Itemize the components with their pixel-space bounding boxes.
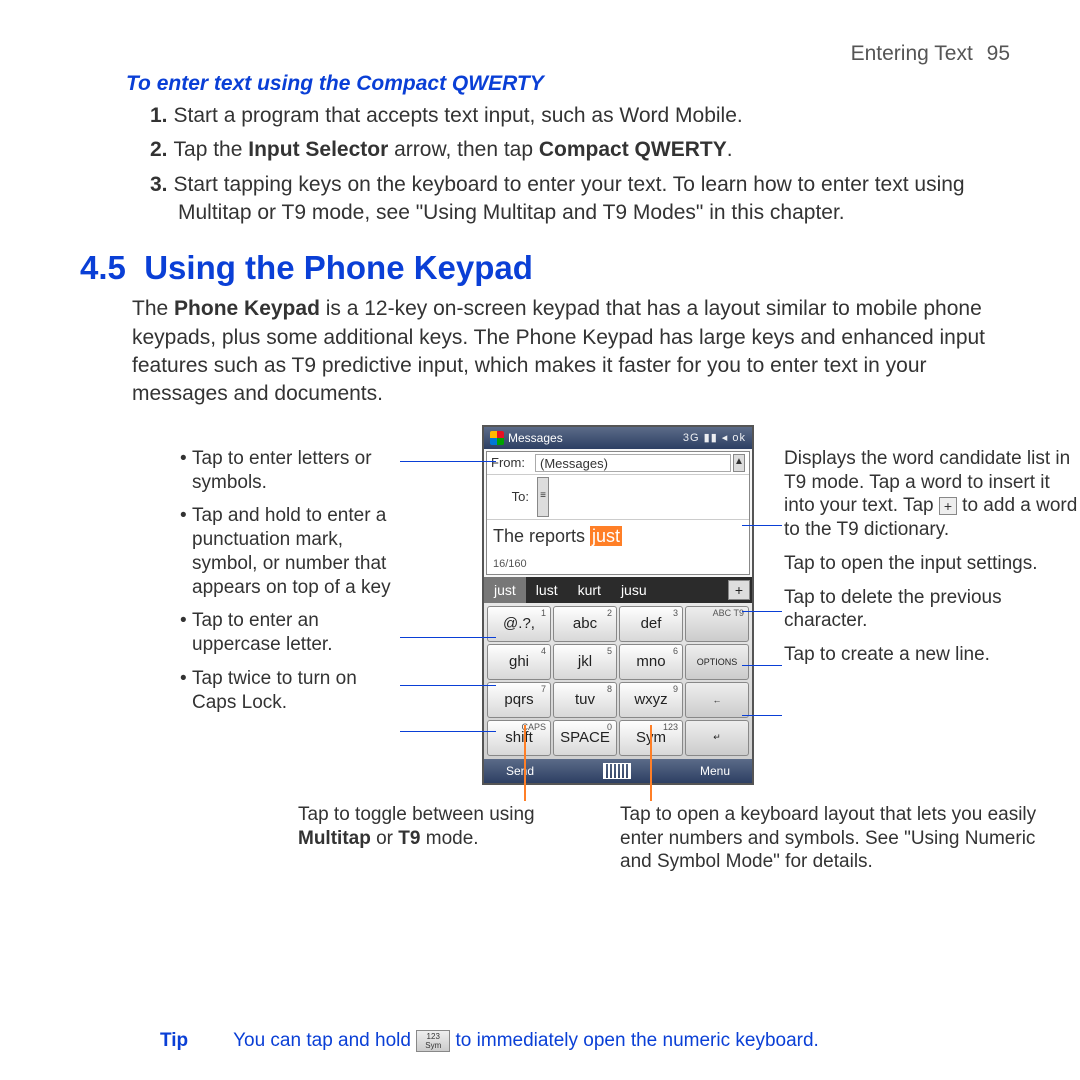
- key-def[interactable]: 3def: [619, 606, 683, 642]
- candidate-2[interactable]: kurt: [568, 577, 611, 603]
- note-newline: Tap to create a new line.: [784, 643, 1080, 667]
- key-jkl[interactable]: 5jkl: [553, 644, 617, 680]
- sym-key-icon: 123Sym: [416, 1030, 450, 1052]
- char-count: 16/160: [487, 558, 749, 574]
- leader-line: [742, 611, 782, 613]
- key-tuv[interactable]: 8tuv: [553, 682, 617, 718]
- candidate-3[interactable]: jusu: [611, 577, 657, 603]
- note-letters: Tap to enter letters or symbols.: [180, 447, 400, 495]
- leader-line: [742, 525, 782, 527]
- note-settings: Tap to open the input settings.: [784, 552, 1080, 576]
- key-OPTIONS[interactable]: OPTIONS: [685, 644, 749, 680]
- leader-line: [400, 637, 496, 639]
- leader-line: [524, 725, 526, 801]
- key-pqrs[interactable]: 7pqrs: [487, 682, 551, 718]
- note-candidates: Displays the word candidate list in T9 m…: [784, 447, 1080, 542]
- figure-wrap: Tap to enter letters or symbols. Tap and…: [80, 425, 1010, 925]
- step-2: 2.Tap the Input Selector arrow, then tap…: [150, 136, 1010, 164]
- keyboard-selector-icon[interactable]: [603, 763, 631, 779]
- key-shift[interactable]: CAPSshift: [487, 720, 551, 756]
- windows-logo-icon: [490, 431, 504, 445]
- phone-mockup: Messages 3G ▮▮ ◂ ok From: (Messages) ▲ T…: [482, 425, 754, 785]
- t9-highlight: just: [590, 526, 622, 546]
- step-3: 3.Start tapping keys on the keyboard to …: [150, 171, 1010, 228]
- key-@.?,[interactable]: 1@.?,: [487, 606, 551, 642]
- candidate-bar[interactable]: just lust kurt jusu +: [484, 577, 752, 603]
- candidate-0[interactable]: just: [484, 577, 526, 603]
- note-uppercase: Tap to enter an uppercase letter.: [180, 609, 400, 657]
- add-word-button[interactable]: +: [728, 580, 750, 600]
- tip-label: Tip: [160, 1030, 188, 1051]
- left-annotations: Tap to enter letters or symbols. Tap and…: [180, 447, 400, 725]
- leader-line: [400, 731, 496, 733]
- note-hold: Tap and hold to enter a punctuation mark…: [180, 504, 400, 599]
- key-↵[interactable]: ↵: [685, 720, 749, 756]
- scroll-up-icon[interactable]: ▲: [733, 454, 745, 472]
- note-delete: Tap to delete the previous character.: [784, 586, 1080, 634]
- softkey-menu[interactable]: Menu: [700, 764, 730, 778]
- leader-line: [742, 665, 782, 667]
- steps-list: 1.Start a program that accepts text inpu…: [150, 102, 1010, 227]
- from-row: From: (Messages) ▲: [487, 452, 749, 475]
- phone-body: From: (Messages) ▲ To: ≡ The reports jus…: [486, 451, 750, 575]
- title-left: Messages: [490, 431, 563, 445]
- subsection-title: To enter text using the Compact QWERTY: [126, 72, 1010, 96]
- from-value[interactable]: (Messages): [535, 454, 731, 472]
- note-sym: Tap to open a keyboard layout that lets …: [620, 803, 1040, 874]
- leader-line: [400, 461, 496, 463]
- title-status: 3G ▮▮ ◂ ok: [683, 431, 746, 444]
- message-area[interactable]: The reports just: [487, 520, 749, 558]
- key-wxyz[interactable]: 9wxyz: [619, 682, 683, 718]
- header-page-number: 95: [987, 42, 1010, 65]
- plus-icon: +: [939, 497, 957, 515]
- intro-paragraph: The Phone Keypad is a 12-key on-screen k…: [132, 295, 1010, 408]
- note-capslock: Tap twice to turn on Caps Lock.: [180, 667, 400, 715]
- from-label: From:: [491, 455, 535, 470]
- to-row: To: ≡: [487, 475, 749, 520]
- header-section: Entering Text: [851, 42, 973, 65]
- candidate-1[interactable]: lust: [526, 577, 568, 603]
- key-abc[interactable]: 2abc: [553, 606, 617, 642]
- right-annotations: Displays the word candidate list in T9 m…: [784, 447, 1080, 677]
- to-label: To:: [491, 489, 535, 504]
- leader-line: [400, 685, 496, 687]
- key-ghi[interactable]: 4ghi: [487, 644, 551, 680]
- key-SPACE[interactable]: 0SPACE: [553, 720, 617, 756]
- leader-line: [650, 725, 652, 801]
- page-header: Entering Text 95: [80, 42, 1010, 66]
- section-heading: 4.5 Using the Phone Keypad: [80, 249, 1010, 287]
- step-1: 1.Start a program that accepts text inpu…: [150, 102, 1010, 130]
- softkey-send[interactable]: Send: [506, 764, 534, 778]
- key-←[interactable]: ←: [685, 682, 749, 718]
- key-ABC T9[interactable]: ABC T9: [685, 606, 749, 642]
- phone-titlebar[interactable]: Messages 3G ▮▮ ◂ ok: [484, 427, 752, 449]
- key-mno[interactable]: 6mno: [619, 644, 683, 680]
- leader-line: [742, 715, 782, 717]
- tip-line: Tip You can tap and hold 123Sym to immed…: [160, 1030, 819, 1052]
- note-toggle: Tap to toggle between using Multitap or …: [298, 803, 578, 851]
- scroll-thumb[interactable]: ≡: [537, 477, 549, 517]
